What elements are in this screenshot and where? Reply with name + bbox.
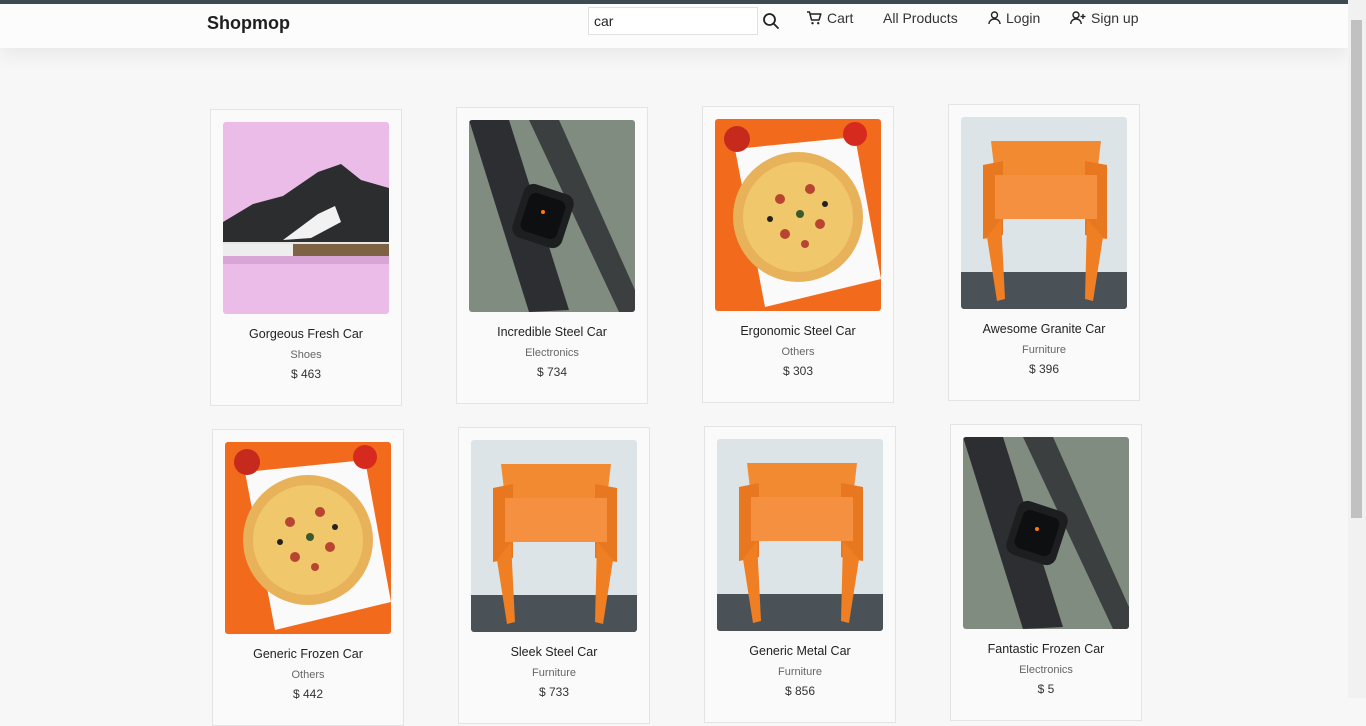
- product-name: Gorgeous Fresh Car: [249, 327, 363, 341]
- product-category: Furniture: [531, 667, 577, 679]
- nav-all-products-link[interactable]: All Products: [883, 10, 958, 26]
- pizza-image: [225, 442, 391, 634]
- user-icon: [988, 11, 1001, 25]
- nav-login-link[interactable]: Login: [988, 10, 1040, 26]
- product-name: Sleek Steel Car: [510, 645, 598, 659]
- navbar: Shopmop Cart All Products Login Sign up: [0, 4, 1348, 48]
- user-plus-icon: [1070, 11, 1086, 25]
- smartwatch-image: [469, 120, 635, 312]
- product-price: $ 463: [290, 367, 322, 381]
- nav-signup-link[interactable]: Sign up: [1070, 10, 1138, 26]
- product-price: $ 856: [784, 684, 816, 698]
- search-input[interactable]: [588, 7, 758, 35]
- cart-icon: [806, 10, 822, 26]
- product-price: $ 396: [1028, 362, 1060, 376]
- nav-cart-label: Cart: [827, 10, 854, 26]
- product-category: Others: [781, 346, 815, 358]
- vertical-scrollbar[interactable]: [1348, 0, 1366, 698]
- product-card[interactable]: Fantastic Frozen Car Electronics $ 5: [950, 424, 1142, 721]
- product-category: Shoes: [290, 349, 322, 361]
- product-card[interactable]: Ergonomic Steel Car Others $ 303: [702, 106, 894, 403]
- nav-login-label: Login: [1006, 10, 1041, 26]
- sneaker-image: [223, 122, 389, 314]
- search-icon[interactable]: [762, 12, 780, 30]
- nav-cart-link[interactable]: Cart: [806, 10, 853, 26]
- product-category: Furniture: [777, 666, 823, 678]
- product-category: Electronics: [525, 347, 579, 359]
- product-category: Electronics: [1019, 664, 1073, 676]
- product-name: Incredible Steel Car: [497, 325, 607, 339]
- product-price: $ 734: [536, 365, 568, 379]
- product-card[interactable]: Incredible Steel Car Electronics $ 734: [456, 107, 648, 404]
- nav-all-products-label: All Products: [883, 10, 958, 26]
- product-card[interactable]: Generic Metal Car Furniture $ 856: [704, 426, 896, 723]
- product-name: Ergonomic Steel Car: [740, 324, 856, 338]
- product-name: Generic Metal Car: [749, 644, 851, 658]
- pizza-image: [715, 119, 881, 311]
- product-name: Awesome Granite Car: [982, 322, 1106, 336]
- product-price: $ 5: [1037, 682, 1055, 696]
- orange-chair-image: [717, 439, 883, 631]
- product-name: Generic Frozen Car: [253, 647, 363, 661]
- product-card[interactable]: Awesome Granite Car Furniture $ 396: [948, 104, 1140, 401]
- product-price: $ 733: [538, 685, 570, 699]
- product-name: Fantastic Frozen Car: [987, 642, 1105, 656]
- product-price: $ 303: [782, 364, 814, 378]
- product-price: $ 442: [292, 687, 324, 701]
- orange-chair-image: [471, 440, 637, 632]
- product-category: Others: [291, 669, 325, 681]
- product-card[interactable]: Gorgeous Fresh Car Shoes $ 463: [210, 109, 402, 406]
- brand-logo[interactable]: Shopmop: [207, 13, 290, 34]
- smartwatch-image: [963, 437, 1129, 629]
- product-category: Furniture: [1021, 344, 1067, 356]
- product-card[interactable]: Sleek Steel Car Furniture $ 733: [458, 427, 650, 724]
- product-card[interactable]: Generic Frozen Car Others $ 442: [212, 429, 404, 726]
- scrollbar-thumb[interactable]: [1351, 20, 1362, 518]
- orange-chair-image: [961, 117, 1127, 309]
- nav-signup-label: Sign up: [1091, 10, 1139, 26]
